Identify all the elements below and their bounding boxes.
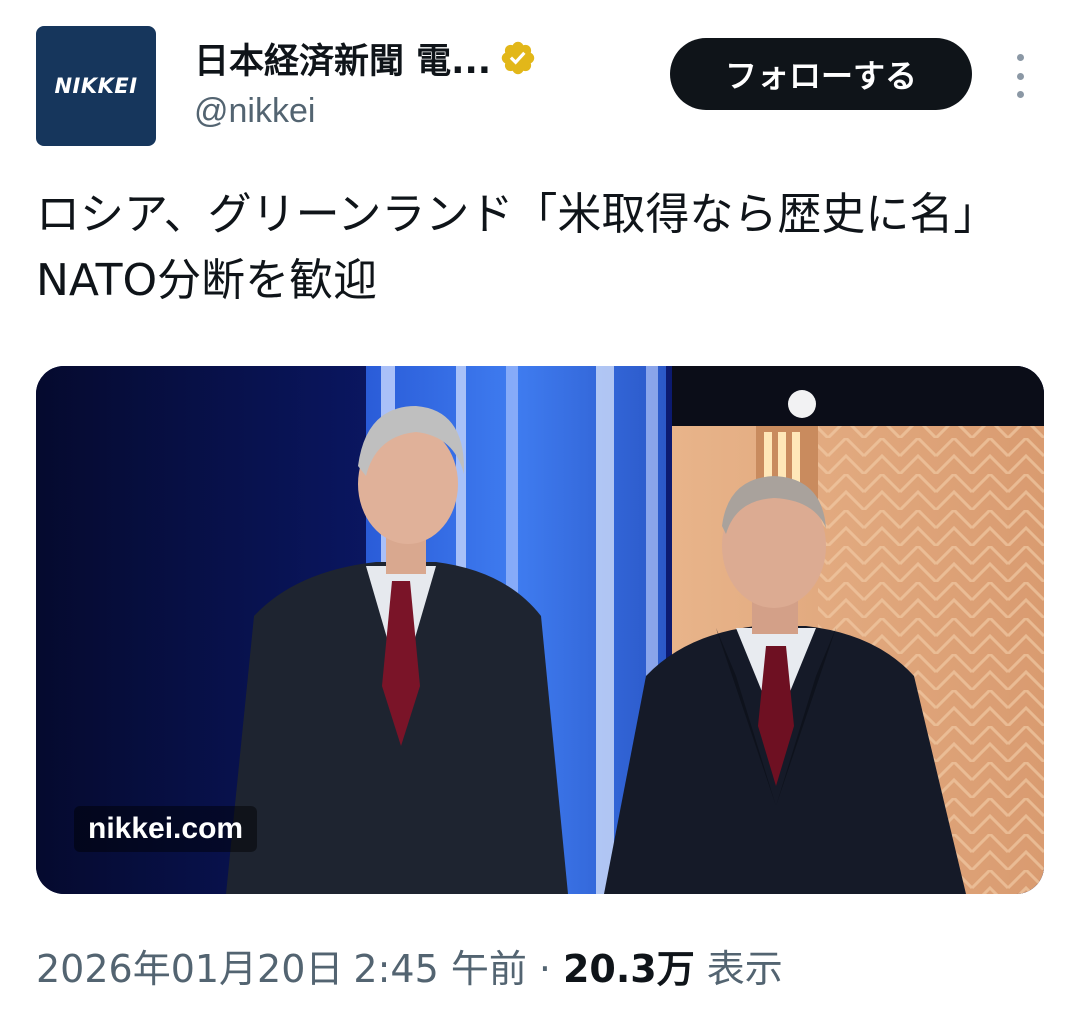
account-identity: 日本経済新聞 電... @nikkei (194, 34, 614, 131)
media-photo[interactable]: nikkei.com (36, 366, 1044, 894)
tweet-header: NIKKEI 日本経済新聞 電... @nikkei フォローする (36, 26, 1044, 146)
account-handle[interactable]: @nikkei (194, 92, 614, 131)
views-label: 表示 (706, 947, 783, 991)
follow-button[interactable]: フォローする (670, 38, 972, 110)
views-count: 20.3万 (562, 947, 695, 991)
more-vertical-icon[interactable] (1004, 54, 1036, 98)
tweet-text: ロシア、グリーンランド「米取得なら歴史に名」 NATO分断を歓迎 (36, 189, 1020, 306)
tweet-date[interactable]: 2026年01月20日 (36, 938, 343, 993)
nikkei-logo: NIKKEI (54, 74, 138, 98)
tweet-time[interactable]: 2:45 午前 (353, 938, 526, 993)
name-row: 日本経済新聞 電... (194, 34, 614, 82)
tweet-meta: 2026年01月20日 2:45 午前 · 20.3万 表示 (36, 938, 1046, 993)
meta-separator: · (538, 947, 551, 991)
source-label: nikkei.com (74, 806, 258, 852)
display-name[interactable]: 日本経済新聞 電... (194, 33, 491, 84)
more-dot (1016, 72, 1024, 80)
more-dot (1016, 91, 1024, 98)
verified-badge-icon (501, 41, 535, 75)
more-dot (1016, 54, 1024, 61)
account-avatar[interactable]: NIKKEI (36, 26, 156, 146)
